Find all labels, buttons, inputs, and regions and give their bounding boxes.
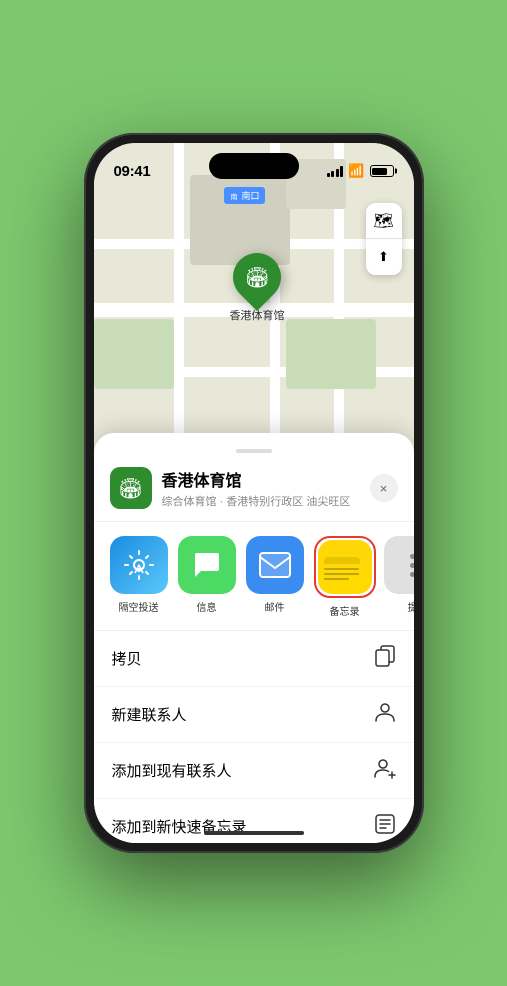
phone-frame: 09:41 📶 [84,133,424,853]
map-controls: 🗺 ⬆ [366,203,402,275]
phone-screen: 09:41 📶 [94,143,414,843]
close-button[interactable]: × [370,474,398,502]
mail-label: 邮件 [265,599,285,614]
signal-icon [327,165,344,177]
status-icons: 📶 [327,163,394,179]
map-pin: 🏟 香港体育馆 [230,253,285,323]
airdrop-label: 隔空投送 [119,599,159,614]
messages-icon [178,536,236,594]
new-contact-icon [374,701,396,728]
south-entrance-label: 南南口 [224,187,265,204]
action-copy[interactable]: 拷贝 [94,631,414,687]
action-quick-note[interactable]: 添加到新快速备忘录 [94,799,414,843]
pin-icon: 🏟 [223,243,291,311]
bottom-sheet: 🏟 香港体育馆 综合体育馆 · 香港特别行政区 油尖旺区 × [94,433,414,843]
wifi-icon: 📶 [348,163,364,179]
map-type-button[interactable]: 🗺 [366,203,402,239]
sheet-handle [236,449,272,453]
location-subtitle: 综合体育馆 · 香港特别行政区 油尖旺区 [162,493,360,509]
mail-icon [246,536,304,594]
messages-label: 信息 [197,599,217,614]
new-contact-label: 新建联系人 [112,704,187,725]
location-button[interactable]: ⬆ [366,239,402,275]
more-label: 提 [408,599,414,614]
share-item-mail[interactable]: 邮件 [246,536,304,618]
battery-icon [370,165,394,177]
home-indicator [204,831,304,835]
share-row: 隔空投送 信息 [94,522,414,631]
share-item-notes[interactable]: 备忘录 [314,536,376,618]
more-icon [384,536,414,594]
quick-note-icon [374,813,396,840]
airdrop-icon [110,536,168,594]
share-item-messages[interactable]: 信息 [178,536,236,618]
share-item-airdrop[interactable]: 隔空投送 [110,536,168,618]
notes-label: 备忘录 [330,603,360,618]
notes-icon [318,540,372,594]
location-venue-icon: 🏟 [110,467,152,509]
location-name: 香港体育馆 [162,467,360,491]
status-time: 09:41 [114,163,151,180]
action-add-contact[interactable]: 添加到现有联系人 [94,743,414,799]
action-list: 拷贝 新建联系人 [94,631,414,843]
dynamic-island [209,153,299,179]
map-area[interactable]: 南南口 🏟 香港体育馆 🗺 ⬆ [94,143,414,463]
share-item-more[interactable]: 提 [384,536,414,618]
copy-label: 拷贝 [112,648,142,669]
location-header: 🏟 香港体育馆 综合体育馆 · 香港特别行政区 油尖旺区 × [94,467,414,522]
copy-icon [374,645,396,672]
add-contact-icon [374,757,396,784]
action-new-contact[interactable]: 新建联系人 [94,687,414,743]
location-info: 香港体育馆 综合体育馆 · 香港特别行政区 油尖旺区 [162,467,360,509]
add-contact-label: 添加到现有联系人 [112,760,232,781]
